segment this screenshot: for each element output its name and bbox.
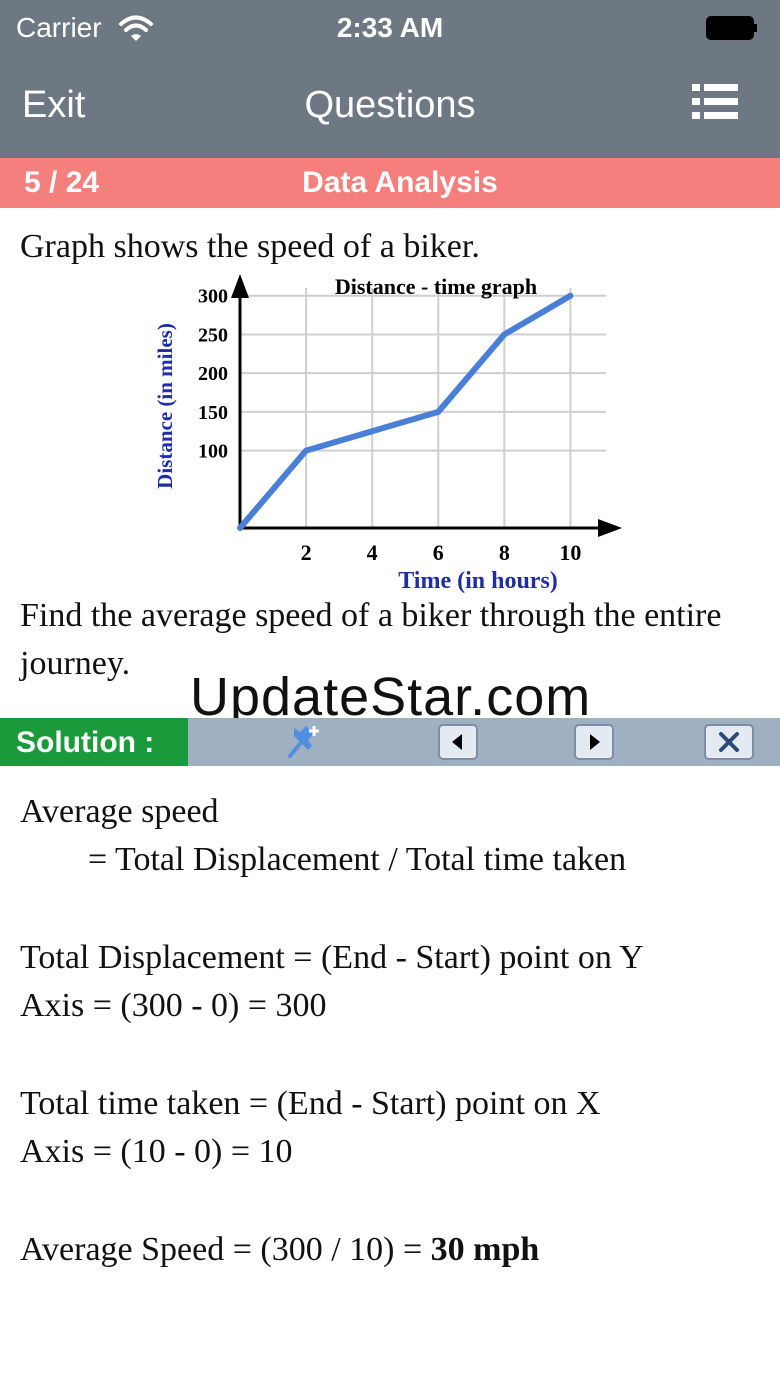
battery-icon xyxy=(706,16,757,40)
final-answer: 30 mph xyxy=(430,1231,540,1268)
solution-line: Total Displacement = (End - Start) point… xyxy=(20,939,644,976)
x-tick-label: 4 xyxy=(367,540,378,565)
triangle-right-icon xyxy=(590,734,600,750)
y-tick-label: 100 xyxy=(198,441,228,463)
solution-line: Average speed xyxy=(20,793,219,830)
list-menu-icon[interactable] xyxy=(692,82,738,122)
solution-line: Axis = (10 - 0) = 10 xyxy=(20,1133,293,1170)
x-axis-arrow xyxy=(598,519,622,537)
y-tick-label: 200 xyxy=(198,363,228,385)
data-point xyxy=(436,409,441,414)
y-axis-label: Distance (in miles) xyxy=(153,323,177,489)
chart-title: Distance - time graph xyxy=(335,274,537,299)
x-tick-label: 8 xyxy=(499,540,510,565)
x-tick-label: 10 xyxy=(559,540,581,565)
page-title: Questions xyxy=(304,84,476,126)
data-point xyxy=(304,448,309,453)
next-button[interactable] xyxy=(574,724,614,760)
clock: 2:33 AM xyxy=(336,12,444,43)
solution-line-final: Average Speed = (300 / 10) = 30 mph xyxy=(20,1226,760,1274)
distance-time-chart: 2 4 6 8 10 100 150 200 250 300 Distance - time gra… xyxy=(153,274,622,594)
nav-bar: Exit Questions xyxy=(0,78,780,138)
solution-line: Axis = (300 - 0) = 300 xyxy=(20,987,327,1024)
x-axis-label: Time (in hours) xyxy=(398,568,558,594)
question-intro: Graph shows the speed of a biker. xyxy=(20,228,480,265)
x-tick-label: 2 xyxy=(301,540,312,565)
y-axis-arrow xyxy=(231,274,249,298)
solution-label: Solution : xyxy=(0,718,188,766)
data-point xyxy=(238,526,242,530)
category-bar: 5 / 24 Data Analysis xyxy=(0,158,780,208)
solution-line: = Total Displacement / Total time taken xyxy=(88,841,627,878)
x-tick-label: 6 xyxy=(433,540,444,565)
previous-button[interactable] xyxy=(438,724,478,760)
data-point xyxy=(370,429,375,434)
y-tick-label: 300 xyxy=(198,286,228,308)
data-point xyxy=(502,332,507,337)
pin-icon[interactable] xyxy=(284,724,324,760)
data-point xyxy=(568,293,573,298)
triangle-left-icon xyxy=(452,734,462,750)
solution-text: Average speed = Total Displacement / Tot… xyxy=(20,788,760,1274)
status-bar: Carrier 2:33 AM xyxy=(0,8,780,48)
final-text: Average Speed = (300 / 10) = xyxy=(20,1231,431,1268)
top-bar: Carrier 2:33 AM Exit Questions xyxy=(0,0,780,158)
solution-line: Total time taken = (End - Start) point o… xyxy=(20,1085,601,1122)
close-icon xyxy=(719,732,739,752)
solution-toolbar: Solution : xyxy=(0,718,780,766)
y-tick-label: 250 xyxy=(198,324,228,346)
category-title: Data Analysis xyxy=(302,166,498,199)
y-tick-label: 150 xyxy=(198,402,228,424)
close-solution-button[interactable] xyxy=(704,724,754,760)
